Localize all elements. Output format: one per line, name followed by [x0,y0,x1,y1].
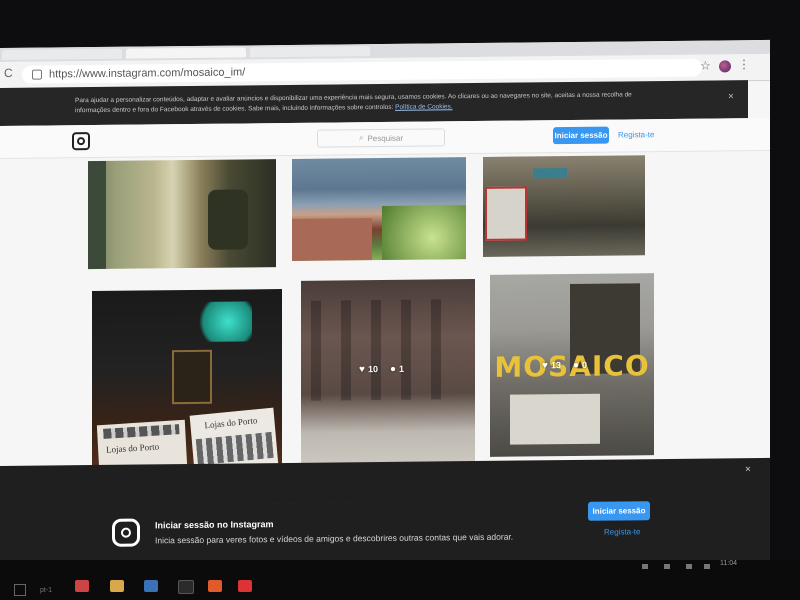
browser-tab-active[interactable] [126,47,246,59]
photo-street-building[interactable] [88,159,276,270]
register-link[interactable]: Regista-te [618,130,654,139]
likes-count: 13 [550,360,561,371]
login-banner-register-link[interactable]: Regista-te [604,527,640,536]
photo-porto-river-view[interactable] [292,157,466,261]
lamp-shade [192,301,252,342]
profile-avatar[interactable] [719,60,731,73]
likes-count: 10 [367,364,378,375]
monitor-screen: C https://www.instagram.com/mosaico_im/ … [0,39,770,589]
close-icon[interactable]: × [745,464,751,475]
cookie-policy-link[interactable]: Política de Cookies. [395,103,452,111]
search-input[interactable]: ⌕ Pesquisar [317,128,445,148]
lock-icon [32,69,42,80]
url-text: https://www.instagram.com/mosaico_im/ [49,66,246,81]
photo-detail [292,218,372,261]
folder-icon[interactable] [110,580,124,592]
comments-count: 1 [399,363,405,374]
photo-detail [510,393,600,445]
store-icon[interactable] [144,580,158,592]
photo-stats: ♥ 13 ● 0 [542,360,587,371]
book-illustration [195,431,274,466]
cookie-close-icon[interactable]: × [728,91,734,102]
star-icon[interactable]: ☆ [700,59,711,73]
login-banner-subtitle: Inicia sessão para veres fotos e vídeos … [155,531,514,546]
window-pattern [311,299,461,401]
app-icon[interactable] [75,580,89,592]
photo-stats: ♥ 10 ● 1 [359,364,404,375]
search-placeholder: Pesquisar [367,133,404,143]
likes-stat: ♥ 10 [359,364,378,375]
photo-tram-street[interactable] [483,155,645,257]
photo-building-facade[interactable]: ♥ 10 ● 1 [301,279,475,471]
search-icon: ⌕ [358,133,364,143]
instagram-header: ⌕ Pesquisar Iniciar sessão Regista-te [0,117,770,159]
tray-icon[interactable] [664,564,670,569]
browser-menu-icon[interactable]: ⋮ [738,57,750,71]
taskbar-label: pt-1 [40,587,53,594]
wifi-icon[interactable] [686,564,692,569]
reload-icon[interactable]: C [4,66,13,80]
photo-mosaico-logo[interactable]: MOSAICO ♥ 13 ● 0 [490,273,654,457]
cookie-message: Para ajudar a personalizar conteúdos, ad… [75,91,632,115]
clock-time: 11:04 [720,560,737,567]
browser-tab[interactable] [250,46,370,58]
instagram-logo-icon [112,518,140,547]
cookie-text: Para ajudar a personalizar conteúdos, ad… [75,90,645,116]
faded-footer-links: · · · · · · · · · · · · · · · · · · [260,500,360,508]
login-button[interactable]: Iniciar sessão [553,126,609,145]
browser-icon[interactable] [208,580,222,592]
clock [172,349,212,405]
windows-start-icon[interactable] [14,584,26,596]
comment-icon: ● [389,363,396,375]
media-icon[interactable] [238,580,252,592]
instagram-logo-icon[interactable] [72,132,90,151]
comments-stat: ● 1 [390,364,404,375]
photo-detail [382,205,466,260]
browser-tab[interactable] [2,48,122,60]
photo-desk-books[interactable]: Lojas do Porto Lojas do Porto [92,289,282,488]
tray-icon[interactable] [642,564,648,569]
comment-icon: ● [572,359,579,371]
comments-count: 0 [582,359,588,370]
volume-icon[interactable] [704,564,710,569]
photo-detail [208,189,248,250]
login-banner-title: Iniciar sessão no Instagram [155,519,274,531]
photo-detail [485,186,527,241]
url-field[interactable]: https://www.instagram.com/mosaico_im/ [22,58,702,84]
book-illustration [103,424,180,439]
app-icon[interactable] [178,580,194,594]
photo-detail [88,160,106,270]
heart-icon: ♥ [359,364,365,376]
os-taskbar: pt-1 11:04 [0,560,800,600]
login-banner-button[interactable]: Iniciar sessão [588,501,650,521]
comments-stat: ● 0 [573,360,587,371]
likes-stat: ♥ 13 [542,360,561,371]
book-title-right: Lojas do Porto [204,415,258,431]
book-title-left: Lojas do Porto [105,441,160,455]
photo-detail [533,168,567,179]
heart-icon: ♥ [542,360,548,372]
